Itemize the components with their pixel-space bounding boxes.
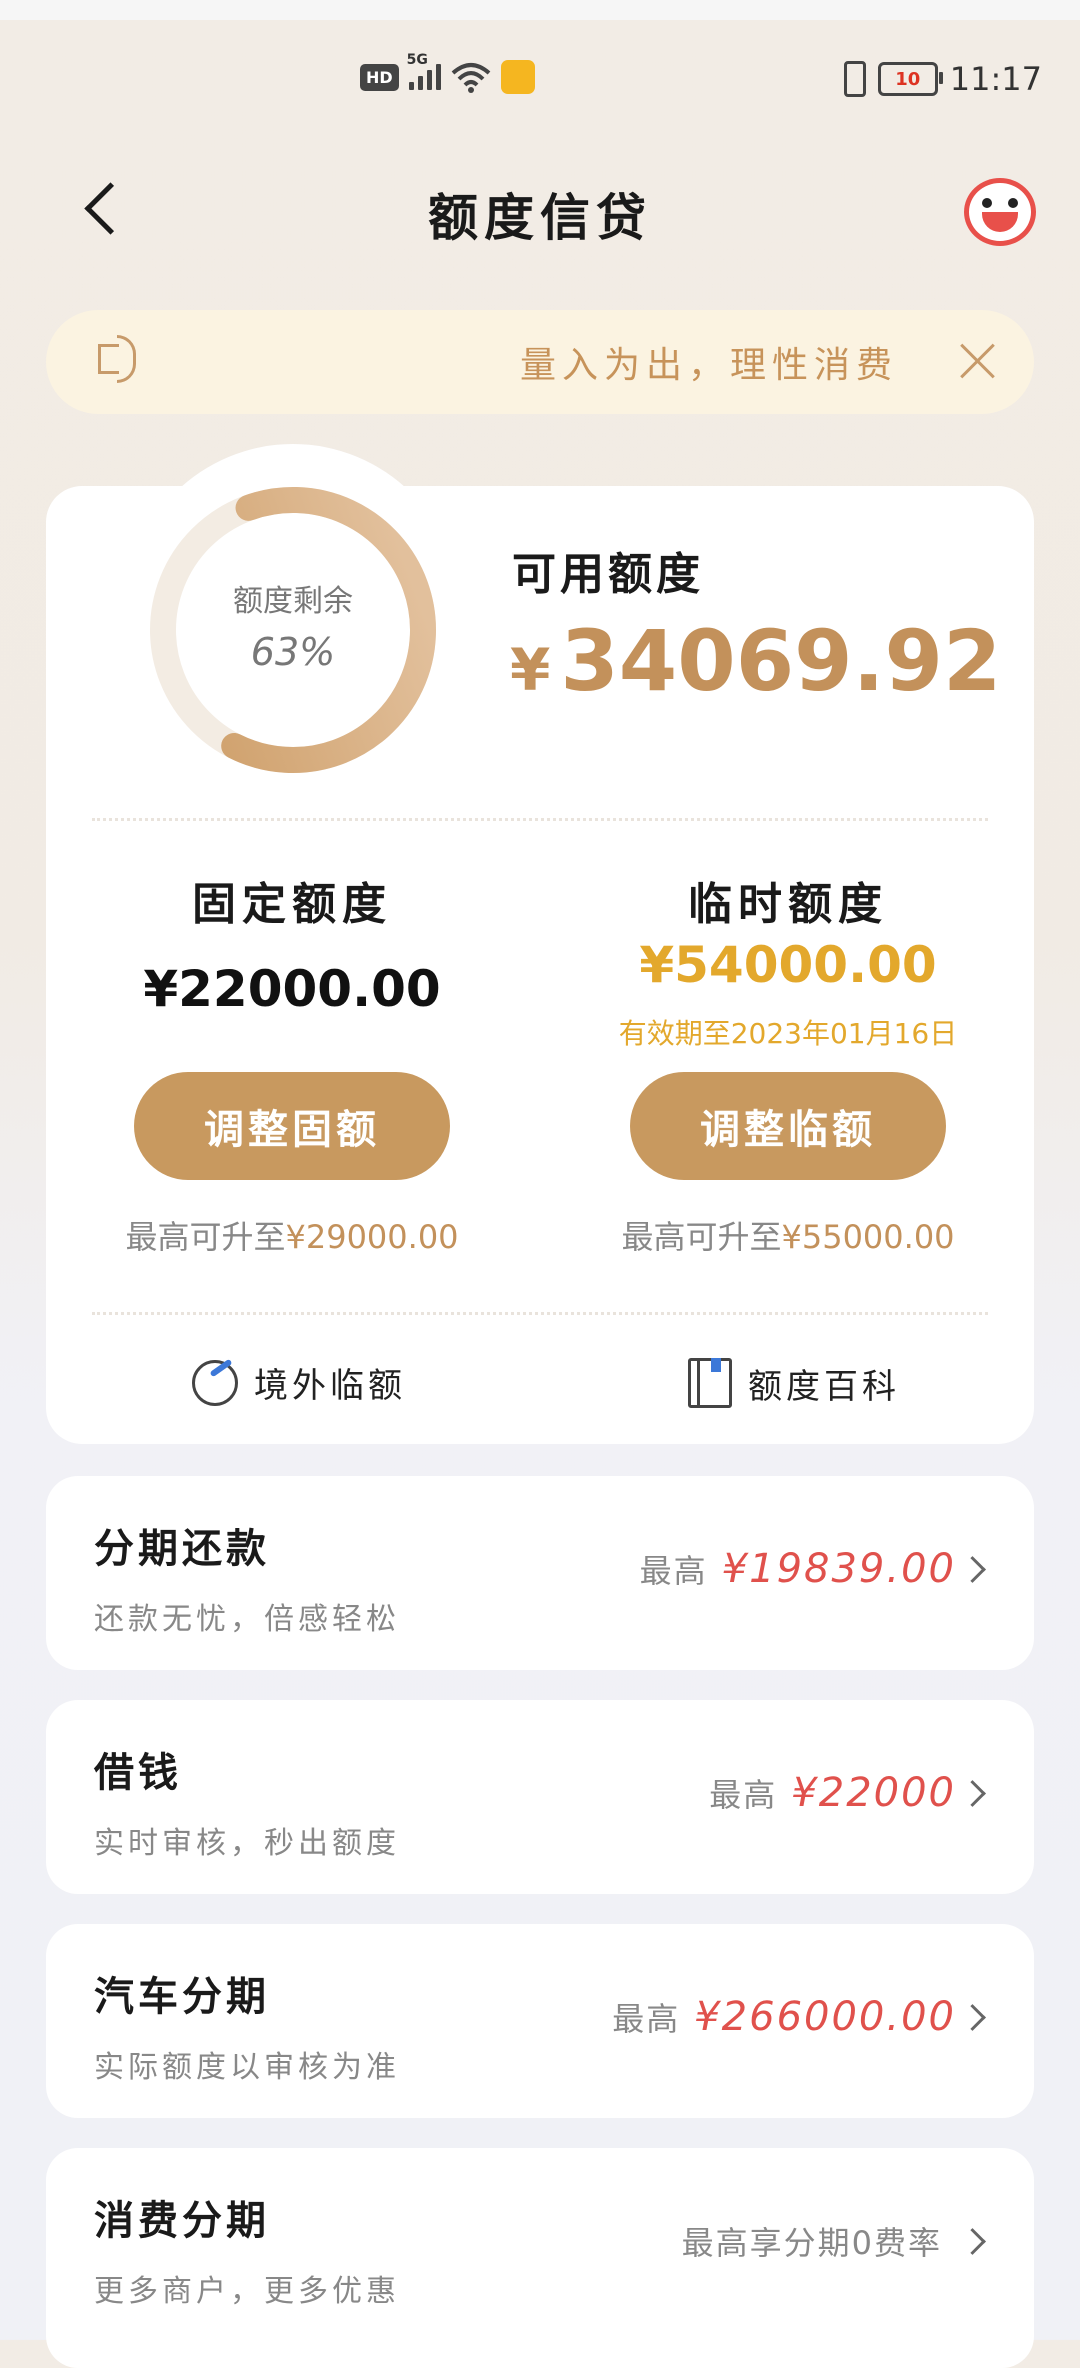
service-subtitle: 实际额度以审核为准: [94, 2050, 400, 2085]
signal-icon: 5G: [407, 52, 441, 90]
service-limit: 最高 ¥22000: [709, 1770, 956, 1816]
top-strip: [0, 0, 1080, 20]
service-car-installment[interactable]: 汽车分期 实际额度以审核为准 最高 ¥266000.00: [46, 1924, 1034, 2118]
hd-icon: HD: [360, 63, 399, 91]
credit-wiki-link[interactable]: 额度百科: [688, 1358, 900, 1408]
mascot-avatar-icon[interactable]: [964, 178, 1036, 246]
fixed-max: 最高可升至¥29000.00: [82, 1212, 502, 1258]
adjust-temporary-button[interactable]: 调整临额: [630, 1072, 946, 1180]
fixed-title: 固定额度: [192, 879, 392, 930]
temporary-max: 最高可升至¥55000.00: [578, 1212, 998, 1258]
battery-level: 10: [895, 68, 921, 90]
temporary-title: 临时额度: [688, 879, 888, 930]
status-right: 10 11:17: [843, 60, 1042, 98]
notice-text: 量入为出，理性消费: [519, 345, 898, 386]
service-limit-value: ¥266000.00: [694, 1994, 956, 2040]
service-limit-value: ¥19839.00: [721, 1546, 956, 1592]
fixed-max-value: ¥29000.00: [285, 1218, 459, 1256]
service-title: 借钱: [94, 1750, 182, 1796]
service-limit: 最高 ¥266000.00: [612, 1994, 956, 2040]
service-subtitle: 还款无忧，倍感轻松: [94, 1602, 400, 1637]
yen-sign: ¥: [510, 636, 551, 704]
service-limit-prefix: 最高享分期0费率: [681, 2224, 942, 2262]
clock: 11:17: [949, 60, 1042, 98]
chevron-right-icon: [959, 1556, 986, 1583]
overseas-temp-label: 境外临额: [254, 1366, 406, 1406]
service-installment-repayment[interactable]: 分期还款 还款无忧，倍感轻松 最高 ¥19839.00: [46, 1476, 1034, 1670]
remaining-percent: 63%: [250, 630, 336, 674]
service-subtitle: 更多商户，更多优惠: [94, 2274, 400, 2309]
fixed-amount: ¥22000.00: [143, 960, 441, 1018]
page-title: 额度信贷: [428, 189, 652, 247]
plane-icon: [192, 1359, 238, 1406]
available-label: 可用额度: [512, 549, 704, 600]
notice-banner: 量入为出，理性消费: [46, 310, 1034, 414]
status-bar: HD 5G 10 11:17: [0, 40, 1080, 120]
service-limit-prefix: 最高: [709, 1776, 778, 1814]
temporary-expiry: 有效期至2023年01月16日: [618, 1017, 958, 1050]
close-icon[interactable]: [958, 342, 996, 380]
available-value: 34069.92: [560, 612, 1002, 710]
service-limit: 最高享分期0费率: [682, 2218, 956, 2264]
temporary-max-value: ¥55000.00: [781, 1218, 955, 1256]
service-title: 分期还款: [94, 1526, 270, 1572]
divider: [92, 818, 988, 821]
service-title: 汽车分期: [94, 1974, 270, 2020]
service-consumer-installment[interactable]: 消费分期 更多商户，更多优惠 最高享分期0费率: [46, 2148, 1034, 2368]
status-left: HD 5G: [360, 52, 535, 94]
temporary-max-prefix: 最高可升至: [621, 1218, 782, 1256]
remaining-label: 额度剩余: [233, 584, 353, 619]
wifi-icon: [451, 63, 490, 93]
service-limit-value: ¥22000: [791, 1770, 956, 1816]
fixed-max-prefix: 最高可升至: [125, 1218, 286, 1256]
service-title: 消费分期: [94, 2198, 270, 2244]
service-limit: 最高 ¥19839.00: [640, 1546, 956, 1592]
chevron-right-icon: [959, 1780, 986, 1807]
service-borrow[interactable]: 借钱 实时审核，秒出额度 最高 ¥22000: [46, 1700, 1034, 1894]
overseas-temp-link[interactable]: 境外临额: [192, 1358, 406, 1407]
service-limit-prefix: 最高: [639, 1552, 708, 1590]
battery-icon: 10: [877, 62, 943, 96]
speaker-icon: [98, 335, 136, 383]
available-amount: ¥34069.92: [510, 612, 1001, 710]
service-subtitle: 实时审核，秒出额度: [94, 1826, 400, 1861]
temporary-amount: ¥54000.00: [639, 936, 937, 994]
divider: [92, 1312, 988, 1315]
credit-wiki-label: 额度百科: [748, 1366, 900, 1407]
adjust-fixed-button[interactable]: 调整固额: [134, 1072, 450, 1180]
chevron-right-icon: [959, 2004, 986, 2031]
vibrate-icon: [843, 61, 866, 97]
chevron-right-icon: [959, 2228, 986, 2255]
service-limit-prefix: 最高: [612, 2000, 681, 2038]
network-type: 5G: [406, 52, 428, 68]
app-notification-icon: [500, 60, 535, 94]
book-icon: [688, 1358, 732, 1408]
